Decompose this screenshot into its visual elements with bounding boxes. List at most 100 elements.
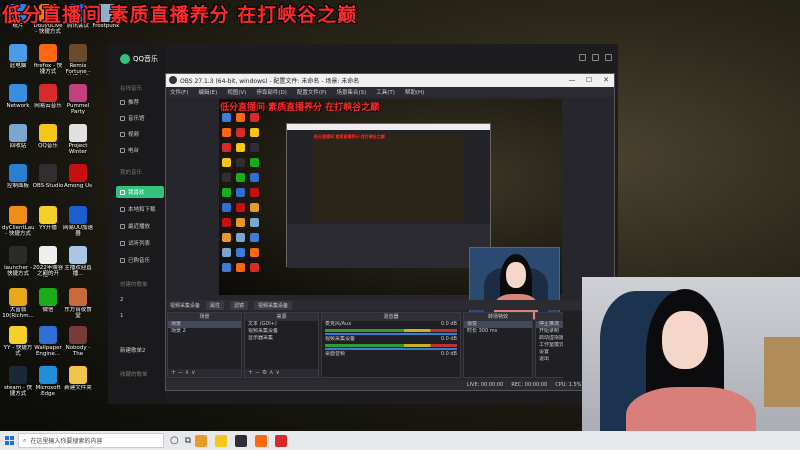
menu-profile[interactable]: 配置文件(P) bbox=[297, 88, 327, 96]
preview-app-icon bbox=[236, 218, 245, 227]
device-select[interactable]: 视频采集设备 bbox=[254, 300, 293, 310]
section-collected-playlists: 收藏的歌单 bbox=[120, 372, 148, 378]
desktop-icon[interactable]: Project Winter bbox=[62, 124, 94, 155]
minimize-icon[interactable] bbox=[579, 54, 586, 61]
desktop-icon-label: Nobody - The Turnaro... bbox=[65, 345, 91, 357]
desktop-icon[interactable]: 东方宵夜食堂 bbox=[62, 288, 94, 319]
menu-tools[interactable]: 工具(T) bbox=[376, 88, 395, 96]
desktop-icon[interactable]: Network bbox=[2, 84, 34, 115]
source-item-display[interactable]: 显示器采集 bbox=[245, 335, 318, 342]
desktop-icon-label: 控制面板 bbox=[6, 183, 29, 189]
desktop-icon-label: Wallpaper Engine... bbox=[34, 345, 62, 357]
source-item-video[interactable]: 视频采集设备 bbox=[245, 328, 318, 335]
app-icon bbox=[9, 206, 27, 224]
taskbar-qqmusic-icon[interactable] bbox=[215, 434, 228, 447]
app-icon bbox=[39, 288, 57, 306]
qq-created-3[interactable]: 新建歌单2 bbox=[116, 344, 164, 356]
desktop-icon[interactable]: QQ音乐 bbox=[32, 124, 64, 155]
qq-mine-recent[interactable]: 最近播放 bbox=[116, 220, 164, 232]
taskbar-app-1-icon[interactable] bbox=[195, 434, 208, 447]
qq-nav-music-hall[interactable]: 音乐馆 bbox=[116, 112, 164, 124]
menu-file[interactable]: 文件(F) bbox=[170, 88, 188, 96]
maximize-icon[interactable] bbox=[592, 54, 599, 61]
desktop-icon[interactable]: OBS Studio bbox=[32, 164, 64, 195]
mixer-track-2-slider[interactable] bbox=[325, 348, 457, 350]
qq-mine-purchased[interactable]: 已购音乐 bbox=[116, 254, 164, 266]
start-button[interactable] bbox=[0, 431, 18, 450]
desktop-icon-label: Project Winter bbox=[68, 143, 88, 155]
desktop-icon[interactable]: Among Us bbox=[62, 164, 94, 195]
desktop-icon-label: 新建文件夹 bbox=[64, 385, 92, 391]
mixer-track-1-name: 麦克风/Aux 0.0 dB bbox=[325, 321, 457, 327]
desktop-icon[interactable]: 此电脑 bbox=[2, 44, 34, 75]
desktop-icon[interactable]: steam - 快捷方式 bbox=[2, 366, 34, 397]
desktop-icon[interactable]: launcher - 快捷方式 bbox=[2, 246, 34, 277]
taskbar-obs-icon[interactable] bbox=[235, 434, 248, 447]
taskbar-netease-icon[interactable] bbox=[275, 434, 288, 447]
obs-statusbar: LIVE: 00:00:00 REC: 00:00:00 CPU: 1.5%, … bbox=[166, 380, 614, 390]
desktop-icon[interactable]: 网易云音乐 bbox=[32, 84, 64, 115]
qq-nav-radio[interactable]: 电台 bbox=[116, 144, 164, 156]
desktop-icon[interactable]: 2022年峡谷之巅的开播... bbox=[32, 246, 64, 277]
qq-created-1[interactable]: 2 bbox=[116, 294, 164, 306]
qq-mine-trial[interactable]: 试听列表 bbox=[116, 237, 164, 249]
menu-edit[interactable]: 编辑(E) bbox=[198, 88, 217, 96]
scene-item-2[interactable]: 场景 2 bbox=[168, 328, 241, 335]
taskbar-search[interactable]: ⌕ 在这里输入你要搜索的内容 bbox=[18, 433, 164, 448]
source-item-text[interactable]: 文本 (GDI+) bbox=[245, 321, 318, 328]
desktop-icon[interactable]: 网易UU加速器 bbox=[62, 206, 94, 237]
desktop-icon[interactable]: Pummel Party bbox=[62, 84, 94, 115]
video-icon bbox=[120, 131, 125, 137]
desktop-icon[interactable]: firefox - 快捷方式 bbox=[32, 44, 64, 75]
taskbar-firefox-icon[interactable] bbox=[255, 434, 268, 447]
obs-close-icon[interactable]: ✕ bbox=[598, 74, 614, 87]
transition-type-select[interactable]: 渐变 bbox=[464, 321, 532, 328]
recommend-icon bbox=[120, 99, 125, 105]
app-icon bbox=[69, 326, 87, 344]
desktop-icon[interactable]: Wallpaper Engine... bbox=[32, 326, 64, 357]
desktop-icon[interactable]: 控制面板 bbox=[2, 164, 34, 195]
desktop-icon[interactable]: 新建文件夹 bbox=[62, 366, 94, 397]
qq-mine-liked[interactable]: 我喜欢 bbox=[116, 186, 164, 198]
obs-preview[interactable]: 低分直播间 素质直播养分 在打峡谷之巅 低分直播间 素质直播养分 在打峡谷之巅 bbox=[219, 99, 562, 320]
obs-minimize-icon[interactable]: — bbox=[564, 74, 580, 87]
nested-overlay-title: 低分直播间 素质直播养分 在打峡谷之巅 bbox=[314, 134, 385, 139]
desktop-icon[interactable]: YY开播 bbox=[32, 206, 64, 237]
sources-footer[interactable]: + − ⚙ ∧ ∨ bbox=[245, 369, 318, 377]
obs-source-toolbar: 视频采集设备 属性 滤镜 视频采集设备 bbox=[166, 300, 614, 310]
desktop-icon[interactable]: Microsoft Edge bbox=[32, 366, 64, 397]
close-icon[interactable] bbox=[605, 54, 612, 61]
obs-maximize-icon[interactable]: ☐ bbox=[581, 74, 597, 87]
scene-item-1[interactable]: 场景 bbox=[168, 321, 241, 328]
desktop-icon[interactable]: 回收站 bbox=[2, 124, 34, 155]
desktop-icon[interactable]: Nobody - The Turnaro... bbox=[62, 326, 94, 357]
desktop-icon[interactable]: 微信 bbox=[32, 288, 64, 319]
transition-duration[interactable]: 时长 300 ms bbox=[464, 328, 532, 335]
properties-button[interactable]: 属性 bbox=[206, 300, 225, 310]
task-view-icon[interactable]: ⧉ bbox=[185, 436, 191, 446]
desktop-icon-label: 网易云音乐 bbox=[34, 103, 62, 109]
filters-button[interactable]: 滤镜 bbox=[230, 300, 249, 310]
menu-scene-collection[interactable]: 场景集合(S) bbox=[336, 88, 366, 96]
qq-mine-local[interactable]: 本地和下载 bbox=[116, 203, 164, 215]
preview-app-icon bbox=[236, 113, 245, 122]
cortana-icon[interactable]: ○ bbox=[170, 435, 179, 446]
mixer-track-1-slider[interactable] bbox=[325, 333, 457, 335]
qq-nav-video[interactable]: 视频 bbox=[116, 128, 164, 140]
scenes-footer[interactable]: + − ∧ ∨ bbox=[168, 369, 241, 377]
preview-app-icon bbox=[250, 158, 259, 167]
mixer-track-3-name: 桌面音频 0.0 dB bbox=[325, 351, 457, 357]
app-icon bbox=[9, 288, 27, 306]
qq-nav-recommend[interactable]: 推荐 bbox=[116, 96, 164, 108]
menu-docks[interactable]: 停靠部件(D) bbox=[256, 88, 287, 96]
menu-help[interactable]: 帮助(H) bbox=[405, 88, 424, 96]
preview-app-icon bbox=[236, 188, 245, 197]
qq-created-2[interactable]: 1 bbox=[116, 310, 164, 322]
desktop-icon[interactable]: dyClientLau... - 快捷方式 bbox=[2, 206, 34, 237]
desktop-icon[interactable]: Remix Fortune - 快捷方式 bbox=[62, 44, 94, 75]
desktop-icon[interactable]: 大富翁10(Richm... bbox=[2, 288, 34, 319]
desktop-icon[interactable]: 主播欢迎直播... bbox=[62, 246, 94, 277]
taskbar: ⌕ 在这里输入你要搜索的内容 ○ ⧉ bbox=[0, 431, 800, 450]
menu-view[interactable]: 视图(V) bbox=[227, 88, 246, 96]
desktop-icon[interactable]: YY - 快捷方式 bbox=[2, 326, 34, 357]
